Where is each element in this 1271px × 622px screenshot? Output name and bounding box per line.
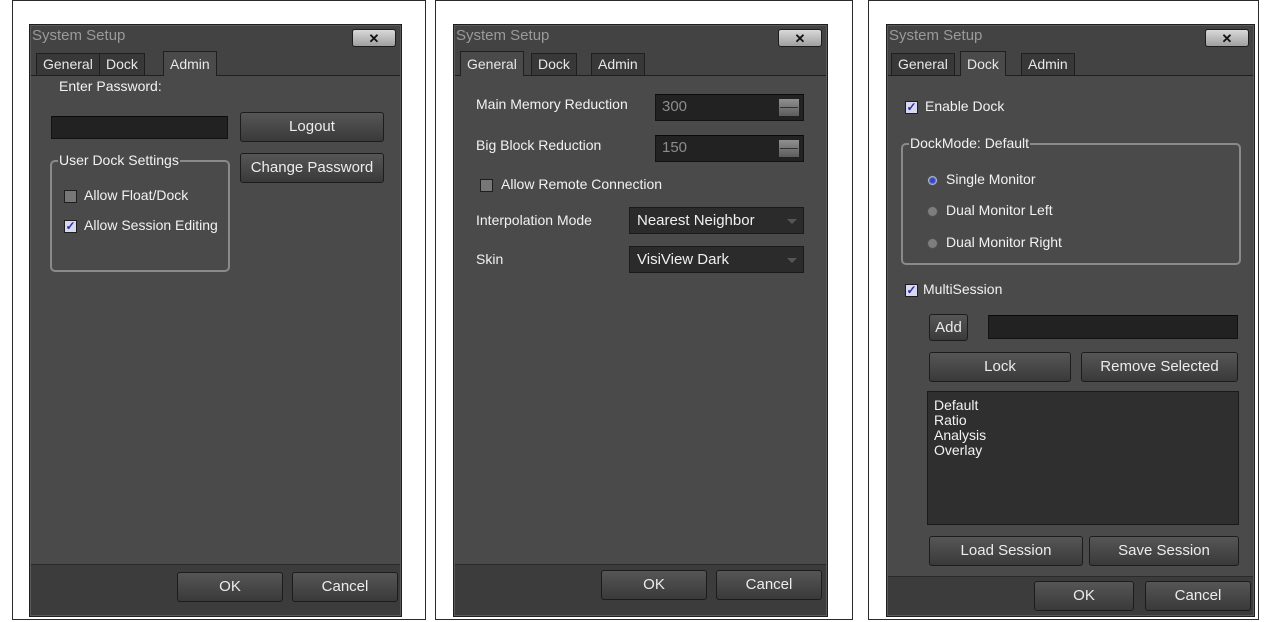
check-icon: ✓ (65, 219, 76, 233)
skin-select[interactable]: VisiView Dark (629, 246, 804, 273)
single-monitor-label: Single Monitor (946, 171, 1036, 187)
tab-general[interactable]: General (891, 53, 955, 75)
list-item[interactable]: Ratio (934, 413, 1232, 428)
remove-selected-button[interactable]: Remove Selected (1081, 352, 1238, 382)
password-input[interactable] (51, 116, 228, 139)
close-icon: ✕ (794, 31, 806, 46)
allow-float-checkbox[interactable] (64, 190, 77, 203)
check-icon: ✓ (906, 100, 917, 114)
interpolation-select[interactable]: Nearest Neighbor (629, 207, 804, 234)
big-block-value: 150 (662, 139, 688, 156)
remote-connection-label: Allow Remote Connection (501, 176, 663, 192)
enable-dock-label: Enable Dock (925, 98, 1005, 114)
user-dock-settings-group: User Dock Settings Allow Float/Dock ✓ Al… (50, 152, 230, 272)
close-button[interactable]: ✕ (778, 29, 822, 47)
admin-tab-pane: Enter Password: Logout Change Password U… (31, 75, 400, 564)
dock-mode-group: DockMode: Default Single Monitor Dual Mo… (901, 135, 1241, 265)
close-icon: ✕ (368, 31, 380, 46)
allow-session-checkbox[interactable]: ✓ (64, 220, 77, 233)
list-item[interactable]: Default (934, 398, 1232, 413)
dialog-footer: OK Cancel (455, 564, 826, 615)
tab-admin[interactable]: Admin (163, 51, 217, 76)
close-button[interactable]: ✕ (1205, 29, 1249, 47)
tab-admin[interactable]: Admin (591, 53, 645, 75)
tab-dock[interactable]: Dock (99, 53, 145, 75)
tab-dock[interactable]: Dock (531, 53, 577, 75)
dual-monitor-right-radio[interactable] (927, 238, 938, 249)
ok-button[interactable]: OK (177, 572, 283, 602)
dialog-footer: OK Cancel (888, 576, 1253, 615)
big-block-label: Big Block Reduction (476, 137, 602, 153)
dual-monitor-left-label: Dual Monitor Left (946, 202, 1053, 218)
session-list[interactable]: Default Ratio Analysis Overlay (927, 391, 1239, 525)
session-name-input[interactable] (988, 315, 1238, 339)
tab-general[interactable]: General (36, 53, 100, 75)
skin-value: VisiView Dark (637, 251, 729, 268)
lock-button[interactable]: Lock (929, 352, 1071, 382)
dock-mode-title: DockMode: Default (909, 135, 1031, 151)
list-item[interactable]: Overlay (934, 443, 1232, 458)
add-session-button[interactable]: Add (929, 314, 968, 341)
cancel-button[interactable]: Cancel (716, 570, 822, 600)
dual-monitor-right-label: Dual Monitor Right (946, 234, 1062, 250)
big-block-input[interactable]: 150 (655, 135, 804, 162)
single-monitor-radio[interactable] (927, 175, 938, 186)
spinner-icon[interactable] (778, 98, 800, 117)
system-setup-dialog-admin: System Setup ✕ General Dock Admin Enter … (29, 24, 402, 617)
enable-dock-checkbox[interactable]: ✓ (905, 101, 918, 114)
close-button[interactable]: ✕ (352, 29, 396, 47)
dialog-title: System Setup (32, 27, 126, 44)
general-tab-pane: Main Memory Reduction 300 Big Block Redu… (455, 75, 826, 564)
tab-dock[interactable]: Dock (960, 51, 1006, 76)
allow-float-label: Allow Float/Dock (84, 187, 189, 203)
spinner-icon[interactable] (778, 139, 800, 158)
dock-tab-pane: ✓ Enable Dock DockMode: Default Single M… (888, 75, 1253, 576)
tab-general[interactable]: General (460, 51, 524, 76)
multisession-label: MultiSession (923, 281, 1003, 297)
multisession-checkbox[interactable]: ✓ (905, 284, 918, 297)
main-memory-label: Main Memory Reduction (476, 96, 628, 112)
interpolation-label: Interpolation Mode (476, 212, 592, 228)
chevron-down-icon (787, 258, 797, 263)
ok-button[interactable]: OK (1034, 581, 1134, 611)
main-memory-input[interactable]: 300 (655, 94, 804, 121)
logout-button[interactable]: Logout (240, 112, 384, 142)
remote-connection-checkbox[interactable] (480, 179, 493, 192)
list-item[interactable]: Analysis (934, 428, 1232, 443)
check-icon: ✓ (906, 283, 917, 297)
change-password-button[interactable]: Change Password (240, 153, 384, 183)
main-memory-value: 300 (662, 98, 688, 115)
group-title: User Dock Settings (58, 152, 180, 168)
password-label: Enter Password: (59, 78, 162, 94)
load-session-button[interactable]: Load Session (929, 536, 1083, 566)
chevron-down-icon (787, 219, 797, 224)
close-icon: ✕ (1221, 31, 1233, 46)
save-session-button[interactable]: Save Session (1089, 536, 1239, 566)
dialog-title: System Setup (889, 27, 983, 44)
interpolation-value: Nearest Neighbor (637, 212, 755, 229)
skin-label: Skin (476, 251, 504, 267)
dialog-title: System Setup (456, 27, 550, 44)
system-setup-dialog-general: System Setup ✕ General Dock Admin Main M… (453, 24, 828, 617)
cancel-button[interactable]: Cancel (1145, 581, 1251, 611)
system-setup-dialog-dock: System Setup ✕ General Dock Admin ✓ Enab… (886, 24, 1255, 617)
cancel-button[interactable]: Cancel (292, 572, 398, 602)
allow-session-label: Allow Session Editing (84, 217, 218, 233)
dual-monitor-left-radio[interactable] (927, 206, 938, 217)
tab-admin[interactable]: Admin (1021, 53, 1075, 75)
dialog-footer: OK Cancel (31, 564, 400, 615)
ok-button[interactable]: OK (601, 570, 707, 600)
